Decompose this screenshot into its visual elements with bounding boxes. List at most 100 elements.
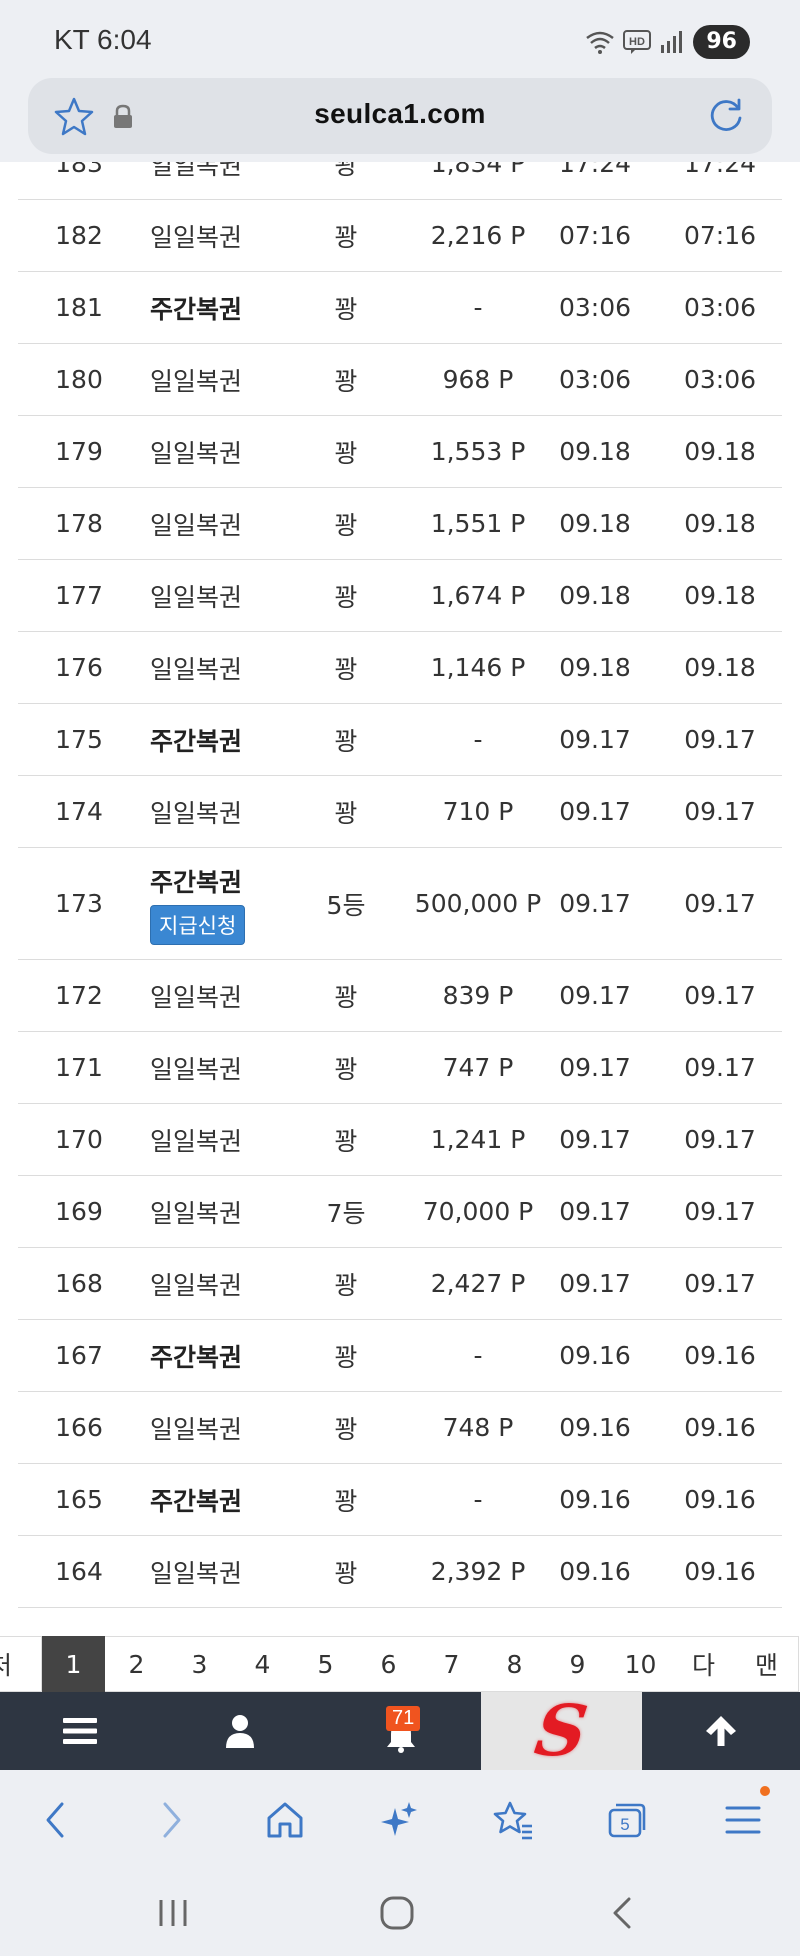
url-bar[interactable]: seulca1.com xyxy=(28,78,772,154)
home-icon xyxy=(267,1802,303,1838)
pagination-first[interactable]: 처 xyxy=(0,1636,42,1692)
draw-result: 7등 xyxy=(326,1198,366,1228)
lottery-type-label: 일일복권 xyxy=(150,1054,243,1084)
table-row: 176 일일복권 꽝 1,146 P 09.18 09.18 xyxy=(18,632,782,704)
lottery-type-label: 일일복권 xyxy=(150,222,243,252)
draw-result: 꽝 xyxy=(334,726,358,756)
lottery-type: 일일복권 xyxy=(150,632,290,703)
draw-date: 09.16 xyxy=(684,1485,756,1514)
points-value: 1,674 P xyxy=(430,581,526,610)
lottery-type-label: 일일복권 xyxy=(150,510,243,540)
table-row: 180 일일복권 꽝 968 P 03:06 03:06 xyxy=(18,344,782,416)
draw-result: 꽝 xyxy=(334,438,358,468)
lottery-type-label: 주간복권 xyxy=(150,1342,243,1372)
table-row: 165 주간복권 꽝 - 09.16 09.16 xyxy=(18,1464,782,1536)
draw-result: 꽝 xyxy=(334,510,358,540)
site-bottom-nav: 71 S xyxy=(0,1689,800,1772)
lottery-type-label: 일일복권 xyxy=(150,1126,243,1156)
pagination-page-7[interactable]: 7 xyxy=(420,1636,484,1692)
user-button[interactable] xyxy=(160,1692,320,1770)
pagination-page-4[interactable]: 4 xyxy=(231,1636,295,1692)
lottery-type: 일일복권 xyxy=(150,776,290,847)
lottery-type: 일일복권 xyxy=(150,1248,290,1319)
row-number: 177 xyxy=(55,581,103,610)
tabs-icon: 5 xyxy=(608,1803,646,1838)
draw-result: 꽝 xyxy=(334,798,358,828)
draw-date: 09.18 xyxy=(684,509,756,538)
table-row: 170 일일복권 꽝 1,241 P 09.17 09.17 xyxy=(18,1104,782,1176)
pagination-page-1[interactable]: 1 xyxy=(42,1636,106,1692)
home-icon xyxy=(380,1896,414,1930)
draw-date: 09.18 xyxy=(684,581,756,610)
lottery-type: 일일복권 xyxy=(150,960,290,1031)
bookmarks-button[interactable] xyxy=(485,1792,541,1848)
tabs-button[interactable]: 5 xyxy=(599,1792,655,1848)
reload-icon[interactable] xyxy=(706,96,746,136)
site-logo-glyph: S xyxy=(530,1689,593,1772)
row-number: 176 xyxy=(55,653,103,682)
back-icon xyxy=(46,1802,64,1838)
draw-date: 09.16 xyxy=(684,1341,756,1370)
recents-button[interactable] xyxy=(145,1888,201,1938)
lottery-type-label: 주간복권 xyxy=(150,726,243,756)
draw-date: 09.17 xyxy=(684,1197,756,1226)
points-value: 747 P xyxy=(442,1053,514,1082)
draw-date: 09.18 xyxy=(684,653,756,682)
row-number: 183 xyxy=(55,162,103,178)
pagination-page-8[interactable]: 8 xyxy=(483,1636,547,1692)
back-icon xyxy=(613,1897,631,1929)
forward-button[interactable] xyxy=(144,1792,200,1848)
purchase-date: 09.17 xyxy=(559,1053,631,1082)
draw-result: 5등 xyxy=(326,890,366,920)
draw-date: 03:06 xyxy=(683,365,757,394)
wifi-icon xyxy=(586,31,615,54)
lottery-type: 일일복권 xyxy=(150,1176,290,1247)
purchase-date: 09.16 xyxy=(559,1341,631,1370)
lottery-type-label: 일일복권 xyxy=(150,438,243,468)
browser-toolbar: 5 xyxy=(0,1770,800,1866)
purchase-date: 09.17 xyxy=(559,797,631,826)
pagination: 처 1 2 3 4 5 6 7 8 9 10 다 맨 xyxy=(0,1636,800,1692)
home-button[interactable] xyxy=(257,1792,313,1848)
row-number: 179 xyxy=(55,437,103,466)
menu-icon xyxy=(63,1718,97,1744)
draw-result: 꽝 xyxy=(334,1414,358,1444)
assistant-button[interactable] xyxy=(371,1792,427,1848)
system-home-button[interactable] xyxy=(369,1888,425,1938)
pagination-page-3[interactable]: 3 xyxy=(168,1636,232,1692)
row-number: 171 xyxy=(55,1053,103,1082)
points-value: 1,553 P xyxy=(430,437,526,466)
system-back-button[interactable] xyxy=(594,1888,650,1938)
menu-button[interactable] xyxy=(0,1692,160,1770)
draw-date: 03:06 xyxy=(683,293,757,322)
pagination-last[interactable]: 맨 xyxy=(735,1636,799,1692)
browser-menu-button[interactable] xyxy=(715,1792,771,1848)
points-value: 2,427 P xyxy=(430,1269,526,1298)
pagination-page-6[interactable]: 6 xyxy=(357,1636,421,1692)
back-button[interactable] xyxy=(27,1792,83,1848)
lottery-type: 주간복권 xyxy=(150,704,290,775)
pagination-next[interactable]: 다 xyxy=(672,1636,736,1692)
draw-date: 09.17 xyxy=(684,1125,756,1154)
pagination-page-5[interactable]: 5 xyxy=(294,1636,358,1692)
notification-button[interactable] xyxy=(320,1692,481,1770)
purchase-date: 09.17 xyxy=(559,1125,631,1154)
draw-result: 꽝 xyxy=(334,1486,358,1516)
row-number: 168 xyxy=(55,1269,103,1298)
points-value: 2,392 P xyxy=(430,1557,526,1586)
menu-icon xyxy=(725,1806,761,1834)
site-logo[interactable]: S xyxy=(481,1689,642,1772)
pagination-page-2[interactable]: 2 xyxy=(105,1636,169,1692)
points-value: 70,000 P xyxy=(422,1197,534,1226)
bookmarks-icon xyxy=(493,1801,532,1840)
claim-payout-button[interactable]: 지급신청 xyxy=(150,904,246,945)
draw-date: 07:16 xyxy=(683,221,757,250)
arrow-up-icon xyxy=(706,1716,736,1746)
scroll-top-button[interactable] xyxy=(642,1692,800,1770)
status-icons: HD 96 xyxy=(585,24,750,60)
recents-icon xyxy=(159,1900,187,1926)
pagination-page-9[interactable]: 9 xyxy=(546,1636,610,1692)
table-body: 183 일일복권 꽝 1,834 P 17:24 17:24 182 일일복권 꽝 2… xyxy=(0,162,800,1608)
url-text[interactable]: seulca1.com xyxy=(28,98,772,130)
pagination-page-10[interactable]: 10 xyxy=(609,1636,673,1692)
